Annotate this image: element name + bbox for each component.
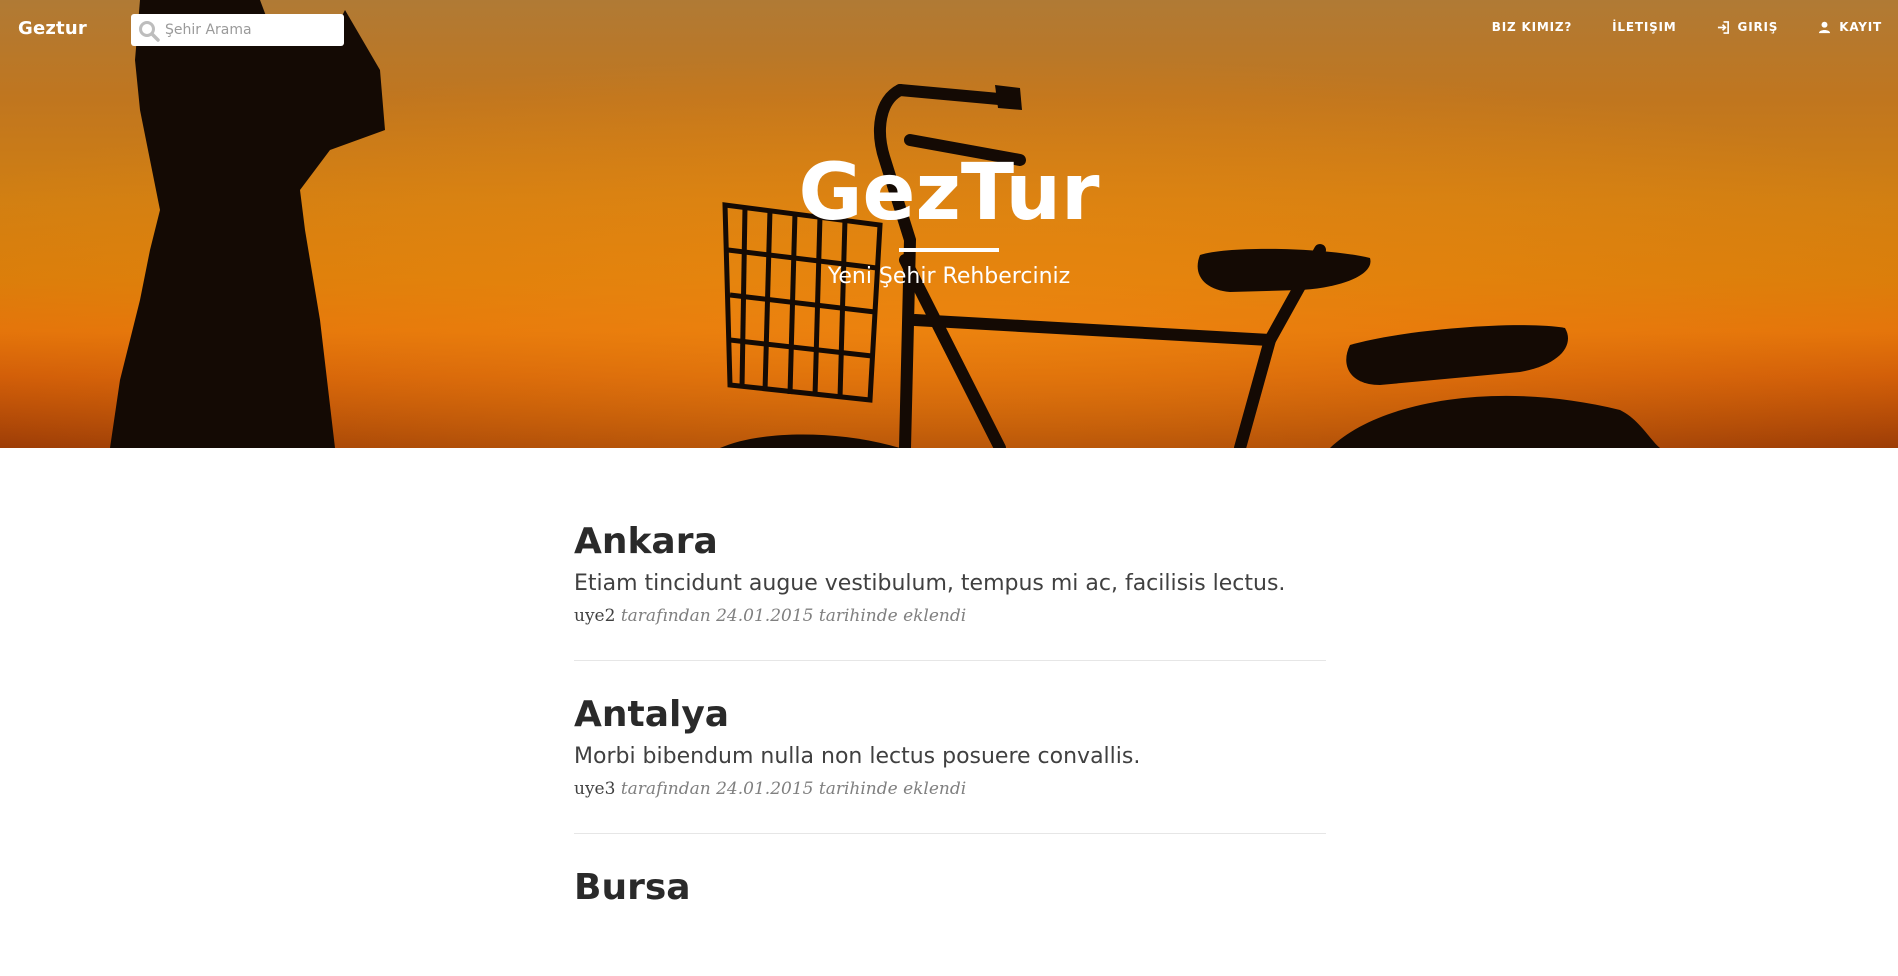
nav-item-label: BIZ KIMIZ? — [1491, 20, 1573, 34]
post-excerpt[interactable]: Morbi bibendum nulla non lectus posuere … — [574, 741, 1326, 773]
user-icon — [1819, 21, 1831, 33]
post-meta: uye2 tarafından 24.01.2015 tarihinde ekl… — [574, 606, 1326, 626]
brand-link[interactable]: Geztur — [18, 18, 87, 39]
post-title[interactable]: Ankara — [574, 520, 1326, 564]
post-author[interactable]: uye3 — [574, 779, 615, 799]
post-meta-text: tarafından 24.01.2015 tarihinde eklendi — [615, 779, 967, 799]
post-title[interactable]: Bursa — [574, 866, 1326, 910]
post-preview: Ankara Etiam tincidunt augue vestibulum,… — [574, 520, 1326, 661]
login-icon — [1717, 20, 1729, 34]
title-divider — [899, 248, 999, 252]
hero-header: Geztur BIZ KIMIZ? İLETIŞIM GIRIŞ — [0, 0, 1898, 448]
site-title: GezTur — [798, 148, 1100, 238]
search-icon — [139, 21, 160, 42]
post-meta-text: tarafından 24.01.2015 tarihinde eklendi — [615, 606, 967, 626]
post-meta: uye3 tarafından 24.01.2015 tarihinde ekl… — [574, 779, 1326, 799]
search-box — [131, 14, 344, 46]
post-title[interactable]: Antalya — [574, 693, 1326, 737]
nav-menu: BIZ KIMIZ? İLETIŞIM GIRIŞ KAYIT — [1452, 20, 1882, 34]
nav-item-contact[interactable]: İLETIŞIM — [1612, 20, 1676, 34]
post-preview: Antalya Morbi bibendum nulla non lectus … — [574, 693, 1326, 834]
nav-item-register[interactable]: KAYIT — [1818, 20, 1882, 34]
nav-item-label: KAYIT — [1839, 20, 1882, 34]
post-preview: Bursa — [574, 866, 1326, 944]
navbar: Geztur BIZ KIMIZ? İLETIŞIM GIRIŞ — [0, 0, 1898, 60]
nav-item-about[interactable]: BIZ KIMIZ? — [1492, 20, 1572, 34]
nav-item-label: GIRIŞ — [1737, 20, 1779, 34]
nav-item-login[interactable]: GIRIŞ — [1717, 20, 1779, 34]
hero-heading: GezTur Yeni Şehir Rehberciniz — [0, 148, 1898, 289]
post-author[interactable]: uye2 — [574, 606, 615, 626]
site-subtitle: Yeni Şehir Rehberciniz — [827, 264, 1071, 289]
search-input[interactable] — [165, 14, 340, 46]
nav-item-label: İLETIŞIM — [1612, 20, 1677, 34]
post-excerpt[interactable]: Etiam tincidunt augue vestibulum, tempus… — [574, 568, 1326, 600]
